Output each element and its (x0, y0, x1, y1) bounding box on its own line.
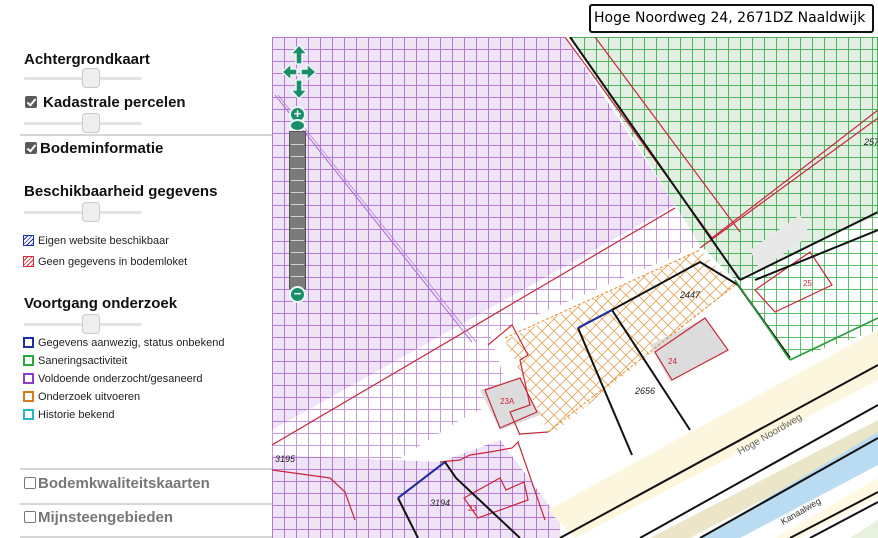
mijnsteen-checkbox[interactable] (24, 511, 36, 523)
cyan-square-swatch (23, 409, 34, 420)
zoom-slider-track[interactable] (289, 131, 306, 289)
legend-label: Geen gegevens in bodemloket (38, 256, 188, 268)
legend-geen-gegevens: Geen gegevens in bodemloket (23, 256, 187, 270)
bodeminformatie-label: Bodeminformatie (40, 140, 164, 157)
kadastrale-checkbox[interactable] (25, 96, 37, 108)
legend-label: Saneringsactiviteit (38, 355, 128, 367)
beschikbaarheid-opacity-slider[interactable] (24, 202, 142, 222)
building-label: 25 (803, 279, 812, 288)
red-hatch-swatch (23, 256, 34, 267)
building-label: 24 (668, 357, 677, 366)
pan-right-arrow-icon[interactable] (300, 62, 317, 82)
legend-gegevens-aanwezig: Gegevens aanwezig, status onbekend (23, 337, 225, 351)
zoom-out-button[interactable]: − (289, 286, 306, 303)
legend-voldoende: Voldoende onderzocht/gesaneerd (23, 373, 203, 387)
parcel-label: 3194 (430, 498, 450, 508)
bodemkwaliteit-label: Bodemkwaliteitskaarten (38, 475, 210, 492)
pan-control[interactable] (281, 44, 317, 100)
legend-label: Onderzoek uitvoeren (38, 391, 141, 403)
building-label: 23 (468, 504, 477, 513)
orange-square-swatch (23, 391, 34, 402)
map-corner-green (850, 520, 878, 538)
map-svg: 2447 2656 3195 3194 257 24 25 23A 23 Hog… (272, 37, 878, 538)
divider (20, 503, 272, 505)
parcel-label: 257 (863, 137, 878, 147)
divider (20, 134, 272, 136)
pan-left-arrow-icon[interactable] (281, 62, 298, 82)
beschikbaarheid-label: Beschikbaarheid gegevens (24, 183, 218, 200)
legend-onderzoek-uitvoeren: Onderzoek uitvoeren (23, 391, 140, 405)
bodeminformatie-checkbox[interactable] (25, 142, 37, 154)
pan-up-arrow-icon[interactable] (289, 44, 309, 65)
kadastrale-opacity-slider[interactable] (24, 113, 142, 133)
bodemkwaliteit-checkbox[interactable] (24, 477, 36, 489)
layer-panel: Achtergrondkaart Kadastrale percelen Bod… (0, 37, 272, 538)
parcel-label: 2447 (679, 290, 701, 300)
kadastrale-label: Kadastrale percelen (43, 94, 186, 111)
purple-square-swatch (23, 373, 34, 384)
legend-eigen-website: Eigen website beschikbaar (23, 235, 169, 249)
search-input[interactable]: Hoge Noordweg 24, 2671DZ Naaldwijk (589, 4, 874, 33)
top-bar: Hoge Noordweg 24, 2671DZ Naaldwijk (0, 0, 878, 37)
legend-sanering: Saneringsactiviteit (23, 355, 127, 369)
parcel-label: 3195 (275, 454, 296, 464)
mijnsteen-label: Mijnsteengebieden (38, 509, 174, 526)
legend-label: Voldoende onderzocht/gesaneerd (38, 373, 203, 385)
voortgang-opacity-slider[interactable] (24, 314, 142, 334)
voortgang-label: Voortgang onderzoek (24, 295, 178, 312)
parcel-label: 2656 (634, 386, 655, 396)
blue-square-swatch (23, 337, 34, 348)
legend-label: Eigen website beschikbaar (38, 235, 169, 247)
legend-historie: Historie bekend (23, 409, 114, 423)
divider (20, 468, 272, 470)
achtergrondkaart-label: Achtergrondkaart (24, 51, 150, 68)
achtergrondkaart-opacity-slider[interactable] (24, 68, 142, 88)
building-label: 23A (500, 397, 515, 406)
green-square-swatch (23, 355, 34, 366)
legend-label: Historie bekend (38, 409, 115, 421)
pan-down-arrow-icon[interactable] (289, 79, 309, 100)
blue-hatch-swatch (23, 235, 34, 246)
legend-label: Gegevens aanwezig, status onbekend (38, 337, 225, 349)
map-canvas[interactable]: 2447 2656 3195 3194 257 24 25 23A 23 Hog… (272, 37, 878, 538)
